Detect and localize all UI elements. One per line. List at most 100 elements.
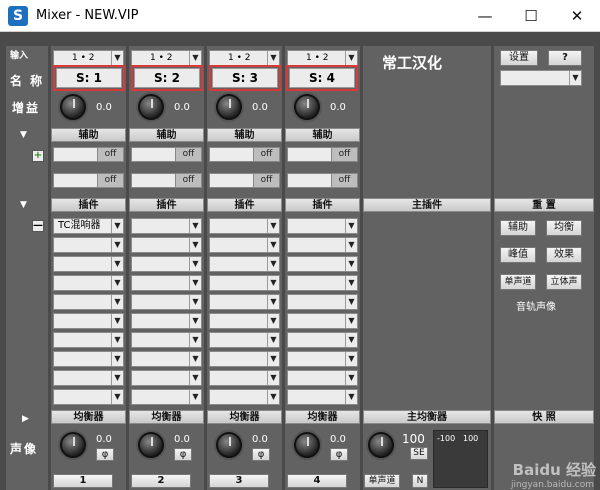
- plugin-slot[interactable]: ▼: [209, 313, 280, 329]
- plugin-slot[interactable]: ▼: [131, 313, 202, 329]
- pan-knob[interactable]: [60, 432, 86, 458]
- input-select[interactable]: 1 • 2 ▼: [209, 50, 280, 66]
- channel-number[interactable]: 2: [131, 474, 191, 488]
- aux-send[interactable]: off: [131, 173, 202, 188]
- input-select[interactable]: 1 • 2 ▼: [287, 50, 358, 66]
- aux-off-toggle[interactable]: off: [97, 174, 123, 187]
- gain-knob[interactable]: [294, 94, 320, 120]
- gain-knob[interactable]: [138, 94, 164, 120]
- plugin-slot[interactable]: ▼: [131, 256, 202, 272]
- aux-off-toggle[interactable]: off: [175, 148, 201, 161]
- plugin-slot[interactable]: ▼: [287, 294, 358, 310]
- reset-eq-button[interactable]: 均衡: [546, 220, 582, 236]
- plugin-slot[interactable]: ▼: [209, 256, 280, 272]
- aux-send[interactable]: off: [209, 147, 280, 162]
- reset-peak-button[interactable]: 峰值: [500, 247, 536, 263]
- plugin-slot[interactable]: ▼: [209, 351, 280, 367]
- channel-number[interactable]: 4: [287, 474, 347, 488]
- channel-number[interactable]: 1: [53, 474, 113, 488]
- plugin-slot[interactable]: ▼: [53, 275, 124, 291]
- minimize-button[interactable]: —: [462, 0, 508, 32]
- aux-off-toggle[interactable]: off: [175, 174, 201, 187]
- pan-knob[interactable]: [138, 432, 164, 458]
- eq-expand-icon[interactable]: ▶: [22, 414, 29, 424]
- phase-button[interactable]: φ: [174, 448, 192, 461]
- stereo-button[interactable]: 立体声: [546, 274, 582, 290]
- plugin-slot[interactable]: ▼: [131, 351, 202, 367]
- master-n-button[interactable]: N: [412, 474, 428, 488]
- channel-name-field[interactable]: S: 4: [286, 65, 358, 91]
- phase-button[interactable]: φ: [252, 448, 270, 461]
- plugin-slot[interactable]: ▼: [131, 389, 202, 405]
- gain-knob[interactable]: [216, 94, 242, 120]
- aux-off-toggle[interactable]: off: [331, 148, 357, 161]
- master-mono-button[interactable]: 单声道: [364, 474, 400, 488]
- plugin-slot[interactable]: ▼: [53, 237, 124, 253]
- aux-collapse-icon[interactable]: ▼: [20, 130, 27, 140]
- plugin-slot[interactable]: ▼: [287, 332, 358, 348]
- remove-plugin-button[interactable]: —: [32, 220, 44, 232]
- plugin-slot[interactable]: ▼: [209, 370, 280, 386]
- preset-select[interactable]: ▼: [500, 70, 582, 86]
- plugin-slot[interactable]: ▼: [131, 332, 202, 348]
- aux-send[interactable]: off: [131, 147, 202, 162]
- plugin-slot[interactable]: ▼: [53, 256, 124, 272]
- channel-name-field[interactable]: S: 2: [131, 65, 203, 91]
- aux-send[interactable]: off: [209, 173, 280, 188]
- settings-button[interactable]: 设置: [500, 50, 538, 66]
- plugin-slot[interactable]: ▼: [53, 313, 124, 329]
- plugin-slot[interactable]: ▼: [287, 218, 358, 234]
- close-button[interactable]: ✕: [554, 0, 600, 32]
- plugin-slot[interactable]: ▼: [209, 332, 280, 348]
- master-knob[interactable]: [368, 432, 394, 458]
- aux-send[interactable]: off: [287, 147, 358, 162]
- aux-send[interactable]: off: [53, 147, 124, 162]
- plugin-slot[interactable]: ▼: [131, 275, 202, 291]
- plugin-slot[interactable]: ▼: [287, 313, 358, 329]
- aux-off-toggle[interactable]: off: [97, 148, 123, 161]
- maximize-button[interactable]: ☐: [508, 0, 554, 32]
- plugin-slot[interactable]: ▼: [131, 218, 202, 234]
- plugin-slot[interactable]: ▼: [53, 294, 124, 310]
- plugin-slot[interactable]: ▼: [287, 351, 358, 367]
- add-aux-button[interactable]: +: [32, 150, 44, 162]
- mono-button[interactable]: 单声道: [500, 274, 536, 290]
- plugin-slot[interactable]: ▼: [209, 294, 280, 310]
- pan-knob[interactable]: [216, 432, 242, 458]
- plugin-collapse-icon[interactable]: ▼: [20, 200, 27, 210]
- reset-effect-button[interactable]: 效果: [546, 247, 582, 263]
- channel-name-field[interactable]: S: 1: [53, 65, 125, 91]
- input-select[interactable]: 1 • 2 ▼: [53, 50, 124, 66]
- plugin-slot[interactable]: ▼: [53, 370, 124, 386]
- plugin-slot[interactable]: ▼: [53, 332, 124, 348]
- plugin-slot[interactable]: ▼: [209, 275, 280, 291]
- plugin-slot[interactable]: ▼: [287, 237, 358, 253]
- plugin-slot[interactable]: ▼: [287, 389, 358, 405]
- input-select[interactable]: 1 • 2 ▼: [131, 50, 202, 66]
- plugin-slot[interactable]: ▼: [287, 275, 358, 291]
- aux-send[interactable]: off: [53, 173, 124, 188]
- phase-button[interactable]: φ: [96, 448, 114, 461]
- aux-off-toggle[interactable]: off: [253, 174, 279, 187]
- plugin-slot[interactable]: ▼: [53, 351, 124, 367]
- plugin-slot[interactable]: ▼: [131, 370, 202, 386]
- channel-number[interactable]: 3: [209, 474, 269, 488]
- plugin-slot[interactable]: ▼: [209, 237, 280, 253]
- reset-aux-button[interactable]: 辅助: [500, 220, 536, 236]
- plugin-slot[interactable]: ▼: [53, 389, 124, 405]
- plugin-slot[interactable]: ▼: [131, 294, 202, 310]
- plugin-slot[interactable]: ▼: [287, 256, 358, 272]
- plugin-slot[interactable]: ▼: [209, 218, 280, 234]
- aux-off-toggle[interactable]: off: [331, 174, 357, 187]
- plugin-slot[interactable]: ▼: [131, 237, 202, 253]
- plugin-slot[interactable]: ▼: [287, 370, 358, 386]
- pan-knob[interactable]: [294, 432, 320, 458]
- aux-send[interactable]: off: [287, 173, 358, 188]
- aux-off-toggle[interactable]: off: [253, 148, 279, 161]
- plugin-slot[interactable]: ▼: [209, 389, 280, 405]
- plugin-slot[interactable]: TC混响器 ▼: [53, 218, 124, 234]
- master-se-button[interactable]: SE: [410, 447, 428, 460]
- help-button[interactable]: ?: [548, 50, 582, 66]
- phase-button[interactable]: φ: [330, 448, 348, 461]
- gain-knob[interactable]: [60, 94, 86, 120]
